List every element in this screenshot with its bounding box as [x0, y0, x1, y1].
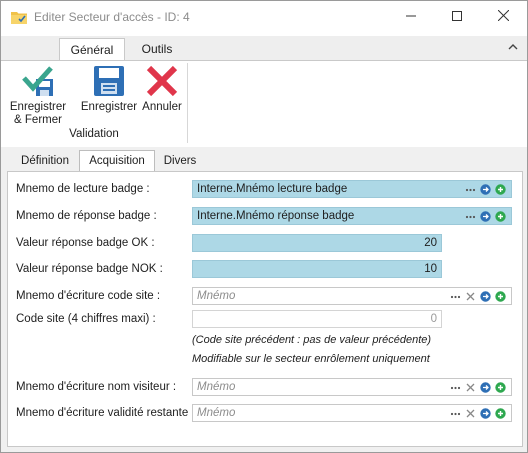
- ribbon-group-label: Validation: [69, 128, 119, 140]
- save-label: Enregistrer: [80, 101, 138, 113]
- write-validity-label: Mnemo d'écriture validité restante :: [16, 407, 195, 419]
- ribbon-tab-strip: Général Outils: [1, 36, 527, 61]
- clear-x-icon[interactable]: [465, 382, 476, 393]
- write-site-placeholder: Mnémo: [197, 290, 236, 302]
- folder-app-icon: [11, 10, 27, 24]
- minimize-icon: [406, 11, 416, 24]
- site-code-field: 0: [192, 310, 442, 328]
- ribbon-tab-outils[interactable]: Outils: [129, 38, 185, 60]
- write-name-mnemo-field[interactable]: Mnémo: [192, 378, 512, 396]
- read-badge-label: Mnemo de lecture badge :: [16, 183, 150, 195]
- ok-value-label: Valeur réponse badge OK :: [16, 237, 155, 249]
- add-plus-icon[interactable]: [495, 211, 506, 222]
- save-button[interactable]: Enregistrer: [79, 64, 139, 114]
- window-title: Editer Secteur d'accès - ID: 4: [34, 10, 190, 24]
- cancel-button[interactable]: Annuler: [141, 64, 183, 114]
- write-name-label: Mnemo d'écriture nom visiteur :: [16, 381, 177, 393]
- resp-badge-value: Interne.Mnémo réponse badge: [197, 210, 355, 222]
- editor-window: Editer Secteur d'accès - ID: 4 Général O…: [0, 0, 528, 453]
- add-plus-icon[interactable]: [495, 382, 506, 393]
- browse-dots-icon[interactable]: [465, 211, 476, 222]
- cancel-label: Annuler: [142, 101, 182, 113]
- go-arrow-icon[interactable]: [480, 211, 491, 222]
- site-prev-note: (Code site précédent : pas de valeur pré…: [192, 334, 432, 346]
- acquisition-panel: Mnemo de lecture badge : Interne.Mnémo l…: [7, 171, 523, 447]
- maximize-button[interactable]: [434, 1, 480, 33]
- minimize-button[interactable]: [388, 1, 434, 33]
- collapse-ribbon-icon[interactable]: [506, 41, 520, 53]
- go-arrow-icon[interactable]: [480, 291, 491, 302]
- tab-definition[interactable]: Définition: [11, 151, 79, 171]
- write-validity-mnemo-field[interactable]: Mnémo: [192, 404, 512, 422]
- content-area: Définition Acquisition Divers Mnemo de l…: [1, 147, 527, 452]
- add-plus-icon[interactable]: [495, 184, 506, 195]
- clear-x-icon[interactable]: [465, 408, 476, 419]
- close-window-button[interactable]: [480, 1, 526, 33]
- write-name-placeholder: Mnémo: [197, 381, 236, 393]
- tab-acquisition[interactable]: Acquisition: [79, 150, 155, 172]
- nok-value-label: Valeur réponse badge NOK :: [16, 263, 163, 275]
- cancel-x-icon: [141, 64, 183, 98]
- go-arrow-icon[interactable]: [480, 382, 491, 393]
- write-site-mnemo-field[interactable]: Mnémo: [192, 287, 512, 305]
- go-arrow-icon[interactable]: [480, 408, 491, 419]
- save-disk-icon: [79, 64, 139, 98]
- nok-value-field[interactable]: 10: [192, 260, 442, 278]
- browse-dots-icon[interactable]: [450, 382, 461, 393]
- browse-dots-icon[interactable]: [450, 408, 461, 419]
- go-arrow-icon[interactable]: [480, 184, 491, 195]
- title-bar: Editer Secteur d'accès - ID: 4: [1, 1, 527, 33]
- add-plus-icon[interactable]: [495, 408, 506, 419]
- maximize-icon: [452, 10, 462, 24]
- tab-divers[interactable]: Divers: [155, 151, 205, 171]
- save-close-label-1: Enregistrer: [9, 101, 67, 113]
- save-close-icon: [9, 64, 67, 98]
- read-badge-value: Interne.Mnémo lecture badge: [197, 183, 348, 195]
- browse-dots-icon[interactable]: [450, 291, 461, 302]
- write-site-label: Mnemo d'écriture code site :: [16, 290, 161, 302]
- ok-value-field[interactable]: 20: [192, 234, 442, 252]
- close-icon: [497, 9, 509, 24]
- save-and-close-button[interactable]: Enregistrer & Fermer: [9, 64, 67, 127]
- clear-x-icon[interactable]: [465, 291, 476, 302]
- ribbon-tab-general[interactable]: Général: [59, 38, 125, 61]
- write-validity-placeholder: Mnémo: [197, 407, 236, 419]
- resp-badge-label: Mnemo de réponse badge :: [16, 210, 157, 222]
- site-modif-note: Modifiable sur le secteur enrôlement uni…: [192, 353, 430, 365]
- ribbon-group-divider: [187, 63, 188, 143]
- resp-badge-mnemo-field[interactable]: Interne.Mnémo réponse badge: [192, 207, 512, 225]
- add-plus-icon[interactable]: [495, 291, 506, 302]
- save-close-label-2: & Fermer: [14, 114, 62, 126]
- browse-dots-icon[interactable]: [465, 184, 476, 195]
- read-badge-mnemo-field[interactable]: Interne.Mnémo lecture badge: [192, 180, 512, 198]
- site-code-label: Code site (4 chiffres maxi) :: [16, 313, 156, 325]
